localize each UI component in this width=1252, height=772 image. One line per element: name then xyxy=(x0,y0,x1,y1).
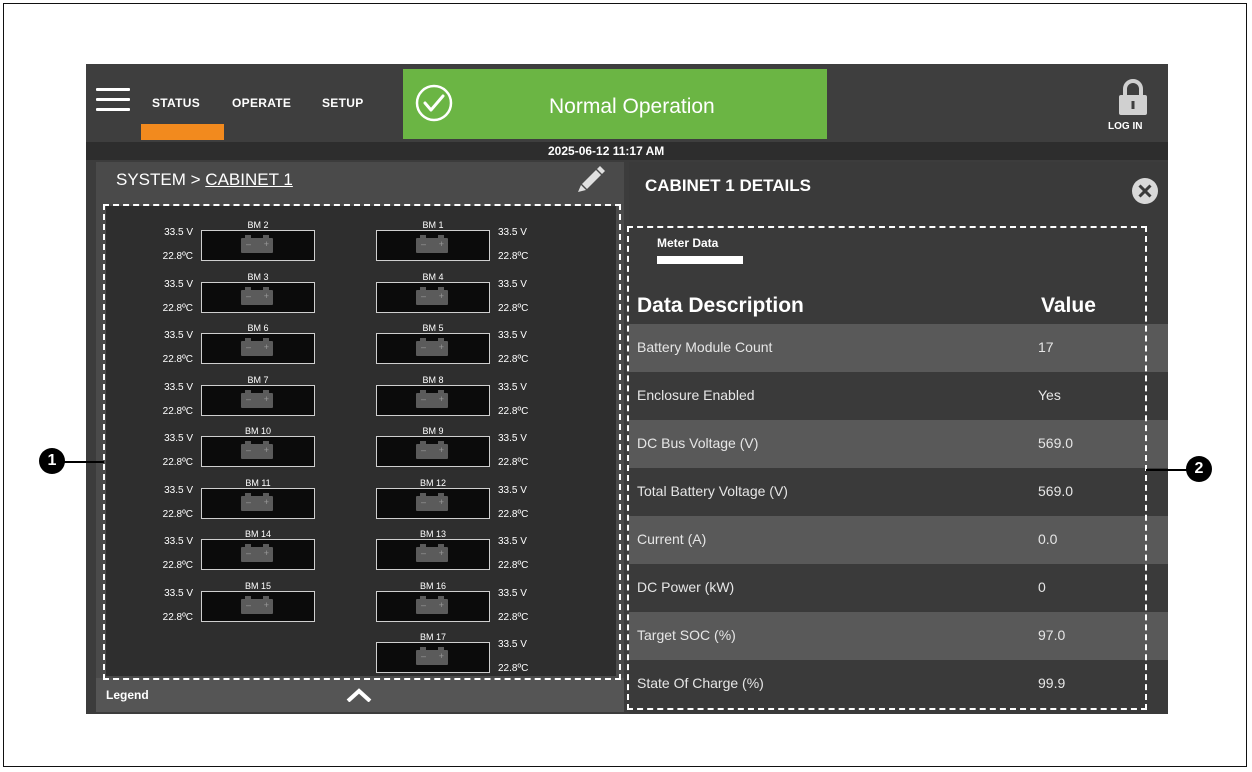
callout-2-badge: 2 xyxy=(1186,456,1212,482)
datetime-text: 2025-06-12 11:17 AM xyxy=(548,144,665,158)
breadcrumb-current[interactable]: CABINET 1 xyxy=(205,170,293,189)
status-banner: Normal Operation xyxy=(403,69,827,139)
check-circle-icon xyxy=(415,84,453,122)
pencil-icon[interactable] xyxy=(576,164,606,194)
active-tab-indicator xyxy=(141,124,224,140)
callout-2-leader xyxy=(1146,469,1188,471)
details-title: CABINET 1 DETAILS xyxy=(645,176,811,195)
lock-icon[interactable] xyxy=(1116,78,1150,116)
hmi-screen: STATUS OPERATE SETUP Normal Operation LO… xyxy=(86,64,1168,714)
top-bar: STATUS OPERATE SETUP Normal Operation LO… xyxy=(86,64,1168,144)
legend-label: Legend xyxy=(106,688,149,702)
tab-operate[interactable]: OPERATE xyxy=(232,96,291,110)
caret-up-icon[interactable] xyxy=(346,688,372,702)
tab-status[interactable]: STATUS xyxy=(152,96,200,110)
status-text: Normal Operation xyxy=(549,95,715,118)
legend-bar[interactable]: Legend xyxy=(96,678,624,712)
datetime-bar: 2025-06-12 11:17 AM xyxy=(86,142,1168,160)
callout-2-frame xyxy=(627,226,1147,710)
breadcrumb: SYSTEM > CABINET 1 xyxy=(116,170,293,190)
login-label[interactable]: LOG IN xyxy=(1108,121,1142,132)
callout-1-frame xyxy=(103,204,621,680)
tab-setup[interactable]: SETUP xyxy=(322,96,364,110)
callout-1-leader xyxy=(62,461,104,463)
menu-icon[interactable] xyxy=(96,88,130,112)
close-icon[interactable] xyxy=(1131,177,1159,205)
callout-1-badge: 1 xyxy=(39,448,65,474)
breadcrumb-root[interactable]: SYSTEM > xyxy=(116,170,201,189)
